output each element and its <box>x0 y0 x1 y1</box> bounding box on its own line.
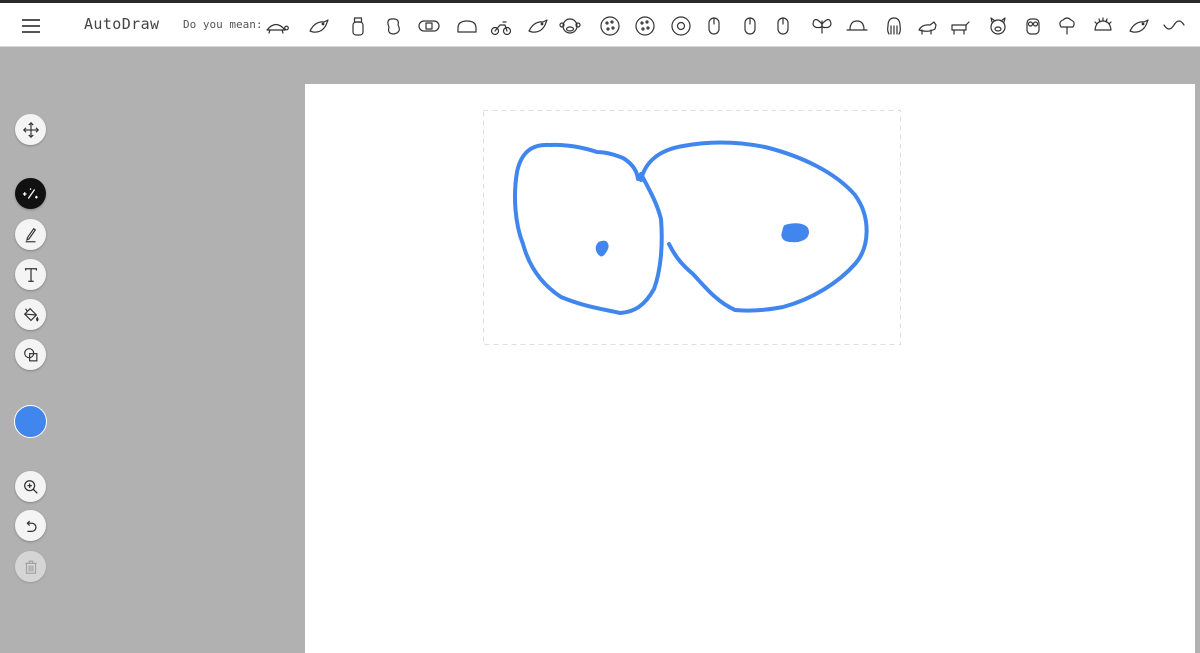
shape-tool-button[interactable] <box>15 339 46 370</box>
suggestion-bandage-icon[interactable] <box>415 12 443 40</box>
suggestion-donut-icon[interactable] <box>667 12 695 40</box>
suggestion-butterfly-icon[interactable] <box>808 12 836 40</box>
left-eye-stroke <box>513 142 664 315</box>
suggestion-cat-icon[interactable] <box>913 12 941 40</box>
top-bar: AutoDraw Do you mean: <box>0 3 1200 47</box>
trash-icon <box>24 560 37 574</box>
magic-pencil-icon <box>22 187 38 199</box>
delete-button[interactable] <box>15 551 46 582</box>
suggestion-bird-icon[interactable] <box>523 12 551 40</box>
suggestion-cookie-icon[interactable] <box>596 12 624 40</box>
color-picker-swatch[interactable] <box>14 405 47 438</box>
select-tool-button[interactable] <box>15 114 46 145</box>
left-toolbar <box>0 47 60 653</box>
suggestion-jar-icon[interactable] <box>344 12 372 40</box>
suggestion-mouse-icon[interactable] <box>769 12 797 40</box>
pencil-icon <box>25 227 36 242</box>
draw-tool-button[interactable] <box>15 219 46 250</box>
suggestion-bird-icon[interactable] <box>1124 12 1152 40</box>
suggestion-bread-icon[interactable] <box>453 12 481 40</box>
zoom-button[interactable] <box>15 471 46 502</box>
fill-tool-button[interactable] <box>15 299 46 330</box>
suggestion-mouse-icon[interactable] <box>700 12 728 40</box>
suggestion-mouse-icon[interactable] <box>736 12 764 40</box>
hamburger-menu-icon[interactable] <box>22 17 40 35</box>
suggestion-hat-icon[interactable] <box>843 12 871 40</box>
suggestion-cookie-icon[interactable] <box>631 12 659 40</box>
suggestion-motorcycle-icon[interactable] <box>487 12 515 40</box>
type-tool-button[interactable] <box>15 259 46 290</box>
undo-button[interactable] <box>15 510 46 541</box>
suggestion-broccoli-icon[interactable] <box>1053 12 1081 40</box>
suggestion-peanut-icon[interactable] <box>381 12 409 40</box>
autodraw-tool-button[interactable] <box>15 178 46 209</box>
right-eye-stroke <box>639 140 869 313</box>
right-pupil <box>781 223 809 243</box>
paint-bucket-icon <box>23 307 39 322</box>
suggestion-hedgehog-icon[interactable] <box>1089 12 1117 40</box>
suggestion-bird-icon[interactable] <box>304 12 332 40</box>
left-pupil <box>595 240 609 257</box>
drawing-canvas[interactable] <box>305 84 1195 653</box>
suggestion-owl-icon[interactable] <box>1019 12 1047 40</box>
suggestions-label: Do you mean: <box>183 18 263 31</box>
suggestion-dog-icon[interactable] <box>946 12 974 40</box>
shapes-icon <box>23 347 37 361</box>
move-arrows-icon <box>22 121 39 138</box>
zoom-in-icon <box>23 479 38 494</box>
suggestion-pig-icon[interactable] <box>984 12 1012 40</box>
app-title: AutoDraw <box>84 15 160 33</box>
undo-arrow-icon <box>26 520 37 532</box>
suggestion-octopus-icon[interactable] <box>880 12 908 40</box>
suggestion-turtle-icon[interactable] <box>262 12 290 40</box>
suggestion-monkey-icon[interactable] <box>556 12 584 40</box>
text-t-icon <box>24 267 37 282</box>
drawing-layer <box>483 110 901 345</box>
suggestion-wave-icon[interactable] <box>1160 12 1188 40</box>
